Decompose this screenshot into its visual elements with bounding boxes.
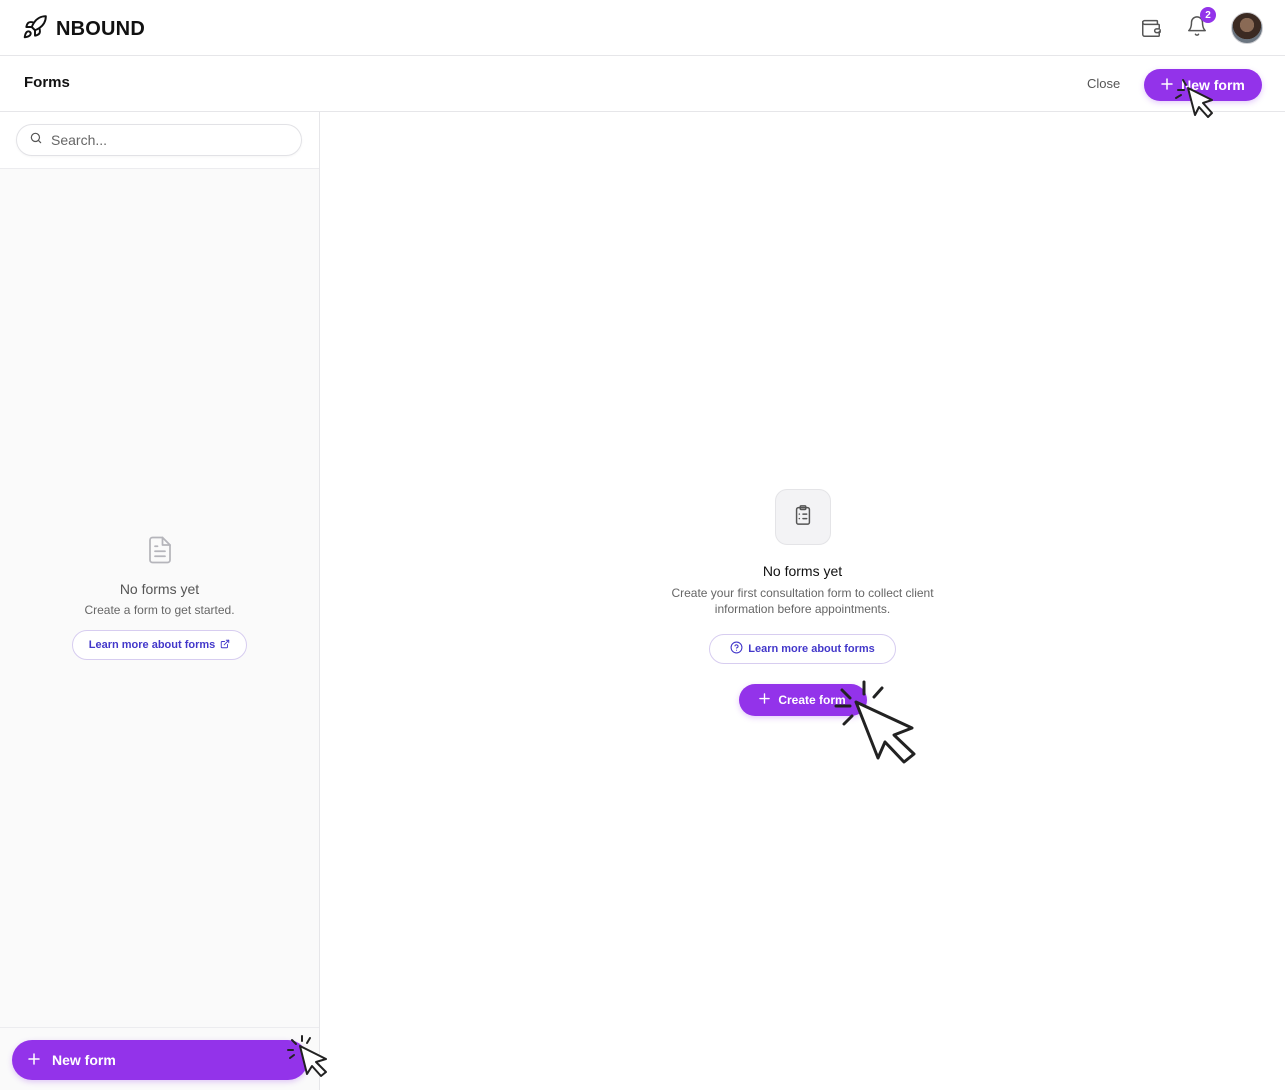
sidebar-empty-state: No forms yet Create a form to get starte…: [0, 534, 319, 660]
document-icon: [145, 536, 175, 570]
main-learn-more-label: Learn more about forms: [748, 643, 875, 655]
sidebar-empty-subtitle: Create a form to get started.: [84, 603, 235, 617]
page-header: Forms Close New form: [0, 56, 1285, 112]
help-circle-icon: [730, 641, 743, 657]
sidebar-new-form-label: New form: [52, 1052, 116, 1068]
search-input[interactable]: [51, 132, 281, 148]
sidebar-learn-more-button[interactable]: Learn more about forms: [71, 630, 248, 660]
clipboard-icon: [792, 504, 814, 531]
page-title: Forms: [24, 74, 70, 91]
main-content: No forms yet Create your first consultat…: [320, 112, 1285, 1090]
plus-icon: [1161, 77, 1173, 93]
avatar[interactable]: [1231, 12, 1263, 44]
clipboard-icon-tile: [774, 489, 831, 545]
notification-badge: 2: [1200, 7, 1216, 23]
header-new-form-label: New form: [1181, 77, 1245, 93]
main-empty-description: Create your first consultation form to c…: [671, 586, 934, 616]
sidebar-new-form-button[interactable]: New form: [12, 1040, 308, 1080]
header-new-form-button[interactable]: New form: [1144, 69, 1262, 101]
create-form-label: Create form: [778, 693, 846, 707]
sidebar-footer: New form: [0, 1027, 319, 1090]
sidebar-learn-more-label: Learn more about forms: [88, 639, 216, 651]
external-link-icon: [220, 639, 230, 652]
search-icon: [29, 131, 43, 150]
search-box[interactable]: [16, 124, 302, 156]
sidebar-search-area: [0, 112, 319, 169]
plus-icon: [759, 693, 771, 707]
close-button[interactable]: Close: [1087, 76, 1120, 91]
main-learn-more-button[interactable]: Learn more about forms: [709, 634, 896, 664]
top-bar: NBOUND 2: [0, 0, 1285, 56]
brand-name: NBOUND: [56, 18, 145, 40]
sidebar: No forms yet Create a form to get starte…: [0, 112, 320, 1090]
sidebar-empty-title: No forms yet: [119, 581, 200, 597]
notifications-button[interactable]: 2: [1185, 7, 1216, 40]
rocket-icon: [22, 14, 48, 45]
wallet-icon[interactable]: [1139, 16, 1163, 40]
plus-icon: [28, 1052, 40, 1068]
main-empty-title: No forms yet: [762, 563, 843, 579]
main-empty-state: No forms yet Create your first consultat…: [320, 489, 1285, 716]
create-form-button[interactable]: Create form: [738, 684, 867, 716]
brand[interactable]: NBOUND: [22, 14, 145, 45]
